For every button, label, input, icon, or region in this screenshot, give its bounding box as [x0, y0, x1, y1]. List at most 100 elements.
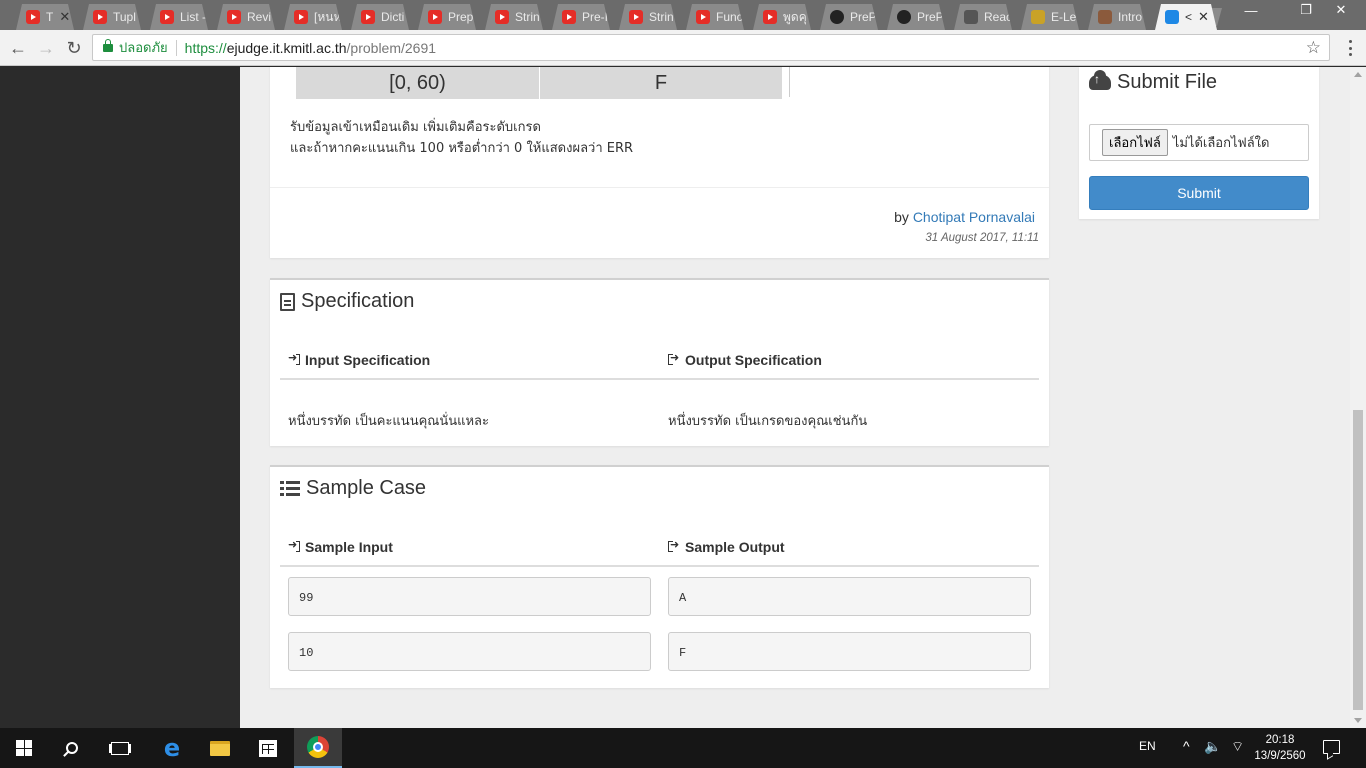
page-scrollbar[interactable] [1350, 67, 1366, 728]
url-path: /problem/2691 [346, 39, 437, 56]
store-icon [259, 739, 277, 757]
tab-label: < [1185, 10, 1193, 24]
file-explorer-button[interactable] [196, 728, 244, 768]
browser-tab[interactable]: Func [686, 4, 744, 30]
heading-rule [280, 565, 1039, 567]
specification-title-text: Specification [301, 290, 415, 312]
description-line: และถ้าหากคะแนนเกิน 100 หรือต่ำกว่า 0 ให้… [290, 141, 634, 156]
task-view-button[interactable] [96, 728, 144, 768]
start-button[interactable] [0, 728, 48, 768]
browser-tab[interactable]: PreP [820, 4, 878, 30]
submit-button[interactable]: Submit [1089, 176, 1309, 210]
page-viewport: [0, 60) F รับข้อมูลเข้าเหมือนเดิม เพิ่มเ… [0, 67, 1350, 728]
numbered-list-icon [280, 480, 300, 498]
tab-label: PreP [917, 10, 944, 24]
back-button[interactable]: ← [6, 36, 30, 60]
edge-taskbar-button[interactable]: e [148, 728, 196, 768]
browser-menu-icon[interactable] [1340, 38, 1360, 58]
search-button[interactable] [48, 728, 96, 768]
browser-tab[interactable]: Reac [954, 4, 1012, 30]
sample-case-title: Sample Case [280, 477, 426, 500]
browser-tab[interactable]: Revi [217, 4, 275, 30]
minimize-button[interactable]: — [1236, 0, 1266, 20]
close-window-button[interactable]: ✕ [1326, 0, 1356, 20]
taskbar-clock[interactable]: 20:18 13/9/2560 [1252, 732, 1308, 764]
browser-tab[interactable]: Prep [418, 4, 476, 30]
sample-output-heading: Sample Output [668, 538, 785, 555]
author-link[interactable]: Chotipat Pornavalai [913, 209, 1035, 225]
browser-tab[interactable]: Dicti [351, 4, 409, 30]
tab-close-icon[interactable]: ✕ [59, 9, 70, 25]
browser-tab[interactable]: Intro [1088, 4, 1146, 30]
problem-panel: [0, 60) F รับข้อมูลเข้าเหมือนเดิม เพิ่มเ… [270, 67, 1049, 258]
chrome-taskbar-button[interactable] [294, 728, 342, 768]
tab-label: Func [716, 10, 743, 24]
file-input[interactable]: เลือกไฟล์ ไม่ได้เลือกไฟล์ใด [1089, 124, 1309, 161]
kmitl-icon [1165, 10, 1179, 24]
output-spec-heading: Output Specification [668, 351, 822, 368]
browser-tab[interactable]: T ✕ [16, 4, 74, 30]
browser-tab[interactable]: พูดคุ [753, 4, 811, 30]
volume-icon[interactable]: 🔈 [1204, 738, 1221, 755]
divider [270, 187, 1049, 188]
specification-title: Specification [280, 290, 414, 313]
youtube-icon [294, 10, 308, 24]
store-taskbar-button[interactable] [244, 728, 292, 768]
browser-tab[interactable]: Strin [485, 4, 543, 30]
tab-label: Revi [247, 10, 272, 24]
submit-title-text: Submit File [1117, 71, 1218, 93]
sign-out-icon [668, 538, 680, 553]
scroll-thumb[interactable] [1353, 410, 1363, 710]
restore-button[interactable]: ❐ [1291, 0, 1321, 20]
sample-case-panel: Sample Case Sample Input Sample Output 9… [270, 465, 1049, 688]
sign-in-icon [288, 351, 300, 366]
sample-input-box[interactable]: 10 [288, 632, 651, 671]
forward-button[interactable]: → [34, 36, 58, 60]
reload-button[interactable]: ↻ [62, 36, 86, 60]
input-spec-heading-text: Input Specification [305, 352, 431, 368]
youtube-icon [562, 10, 576, 24]
youtube-icon [763, 10, 777, 24]
browser-tab[interactable]: [หนห [284, 4, 342, 30]
table-border [789, 67, 790, 97]
tab-label: Reac [984, 10, 1012, 24]
sample-output-box[interactable]: A [668, 577, 1031, 616]
specification-panel: Specification Input Specification Output… [270, 278, 1049, 446]
browser-tab[interactable]: E-Le [1021, 4, 1079, 30]
bookmark-star-icon[interactable]: ☆ [1306, 38, 1321, 58]
sample-input-box[interactable]: 99 [288, 577, 651, 616]
sample-output-heading-text: Sample Output [685, 539, 785, 555]
tab-label: E-Le [1051, 10, 1077, 24]
lock-icon [103, 38, 113, 52]
edge-icon: e [163, 734, 181, 762]
browser-tab[interactable]: List - [150, 4, 208, 30]
action-center-icon[interactable] [1323, 740, 1340, 754]
tab-close-icon[interactable]: ✕ [1198, 9, 1209, 25]
tab-strip: — ❐ ✕ T ✕ Tupl List - Revi [หนห Dicti Prep Strin… [0, 0, 1366, 30]
tab-label: Strin [649, 10, 674, 24]
browser-tab[interactable]: Pre-I [552, 4, 610, 30]
browser-tab[interactable]: Strin [619, 4, 677, 30]
tray-chevron-icon[interactable]: ^ [1183, 738, 1190, 754]
folder-icon [210, 740, 230, 756]
browser-tab[interactable]: < ✕ [1155, 4, 1217, 30]
browser-tab[interactable]: Tupl [83, 4, 141, 30]
input-spec-heading: Input Specification [288, 351, 431, 368]
browser-tab[interactable]: PreP [887, 4, 945, 30]
youtube-icon [361, 10, 375, 24]
scroll-up-arrow-icon[interactable] [1354, 72, 1362, 77]
choose-file-button[interactable]: เลือกไฟล์ [1102, 129, 1168, 156]
chrome-icon [307, 736, 329, 758]
address-bar[interactable]: ปลอดภัย https://ejudge.it.kmitl.ac.th/pr… [92, 34, 1330, 61]
scroll-down-arrow-icon[interactable] [1354, 718, 1362, 723]
browser-toolbar: ← → ↻ ปลอดภัย https://ejudge.it.kmitl.ac… [0, 30, 1366, 66]
tab-label: Pre-I [582, 10, 609, 24]
wifi-icon[interactable]: ⌔ [1231, 738, 1244, 756]
sample-input-heading-text: Sample Input [305, 539, 393, 555]
tab-label: พูดคุ [783, 9, 807, 24]
sample-output-box[interactable]: F [668, 632, 1031, 671]
problem-date: 31 August 2017, 11:11 [925, 232, 1039, 244]
language-indicator[interactable]: EN [1139, 739, 1156, 753]
task-view-icon [111, 741, 129, 755]
clock-date: 13/9/2560 [1254, 750, 1306, 762]
